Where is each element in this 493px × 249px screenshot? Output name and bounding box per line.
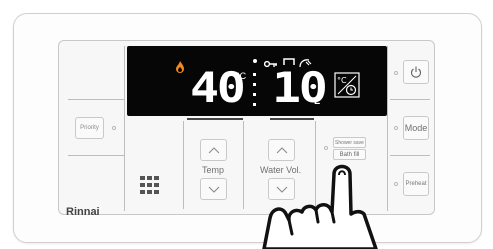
flame-icon [176, 61, 184, 73]
temp-up-button[interactable] [200, 139, 227, 161]
power-icon [411, 66, 421, 78]
temp-down-button[interactable] [200, 178, 227, 200]
pointing-hand-icon [262, 164, 378, 249]
power-button[interactable] [403, 60, 429, 84]
brand-logo: Rinnai [66, 206, 100, 218]
volume-unit: L [314, 96, 321, 107]
left-separator [124, 46, 125, 211]
svg-text:°C: °C [337, 76, 347, 85]
display-underline-right [270, 118, 314, 120]
left-divider-top [68, 99, 124, 100]
temperature-unit: °C [236, 71, 247, 81]
preheat-label: Preheat [405, 181, 427, 187]
priority-button[interactable]: Priority [75, 117, 104, 139]
temp-separator-right [243, 121, 244, 209]
shower-save-led [324, 146, 328, 150]
shower-save-button[interactable]: Shower save [333, 137, 366, 148]
timer-icon: °C [334, 72, 360, 98]
power-led [394, 71, 398, 75]
mode-label: Mode [404, 123, 428, 133]
temp-label: Temp [202, 165, 225, 175]
mode-led [394, 126, 398, 130]
priority-led [112, 126, 116, 130]
chevron-down-icon [208, 186, 219, 193]
right-divider-top [390, 99, 430, 100]
chevron-up-icon [276, 146, 287, 153]
right-divider-bottom [390, 155, 430, 156]
display-underline-left [187, 118, 243, 120]
shower-save-label: Shower save [335, 139, 364, 146]
chevron-up-icon [208, 146, 219, 153]
keypad-icon[interactable] [140, 176, 162, 194]
preheat-button[interactable]: Preheat [403, 172, 429, 196]
priority-label: Priority [80, 125, 99, 131]
display-separator [253, 59, 257, 115]
mode-button[interactable]: Mode [403, 116, 429, 140]
temp-separator-left [183, 121, 184, 209]
left-divider-bottom [68, 155, 124, 156]
